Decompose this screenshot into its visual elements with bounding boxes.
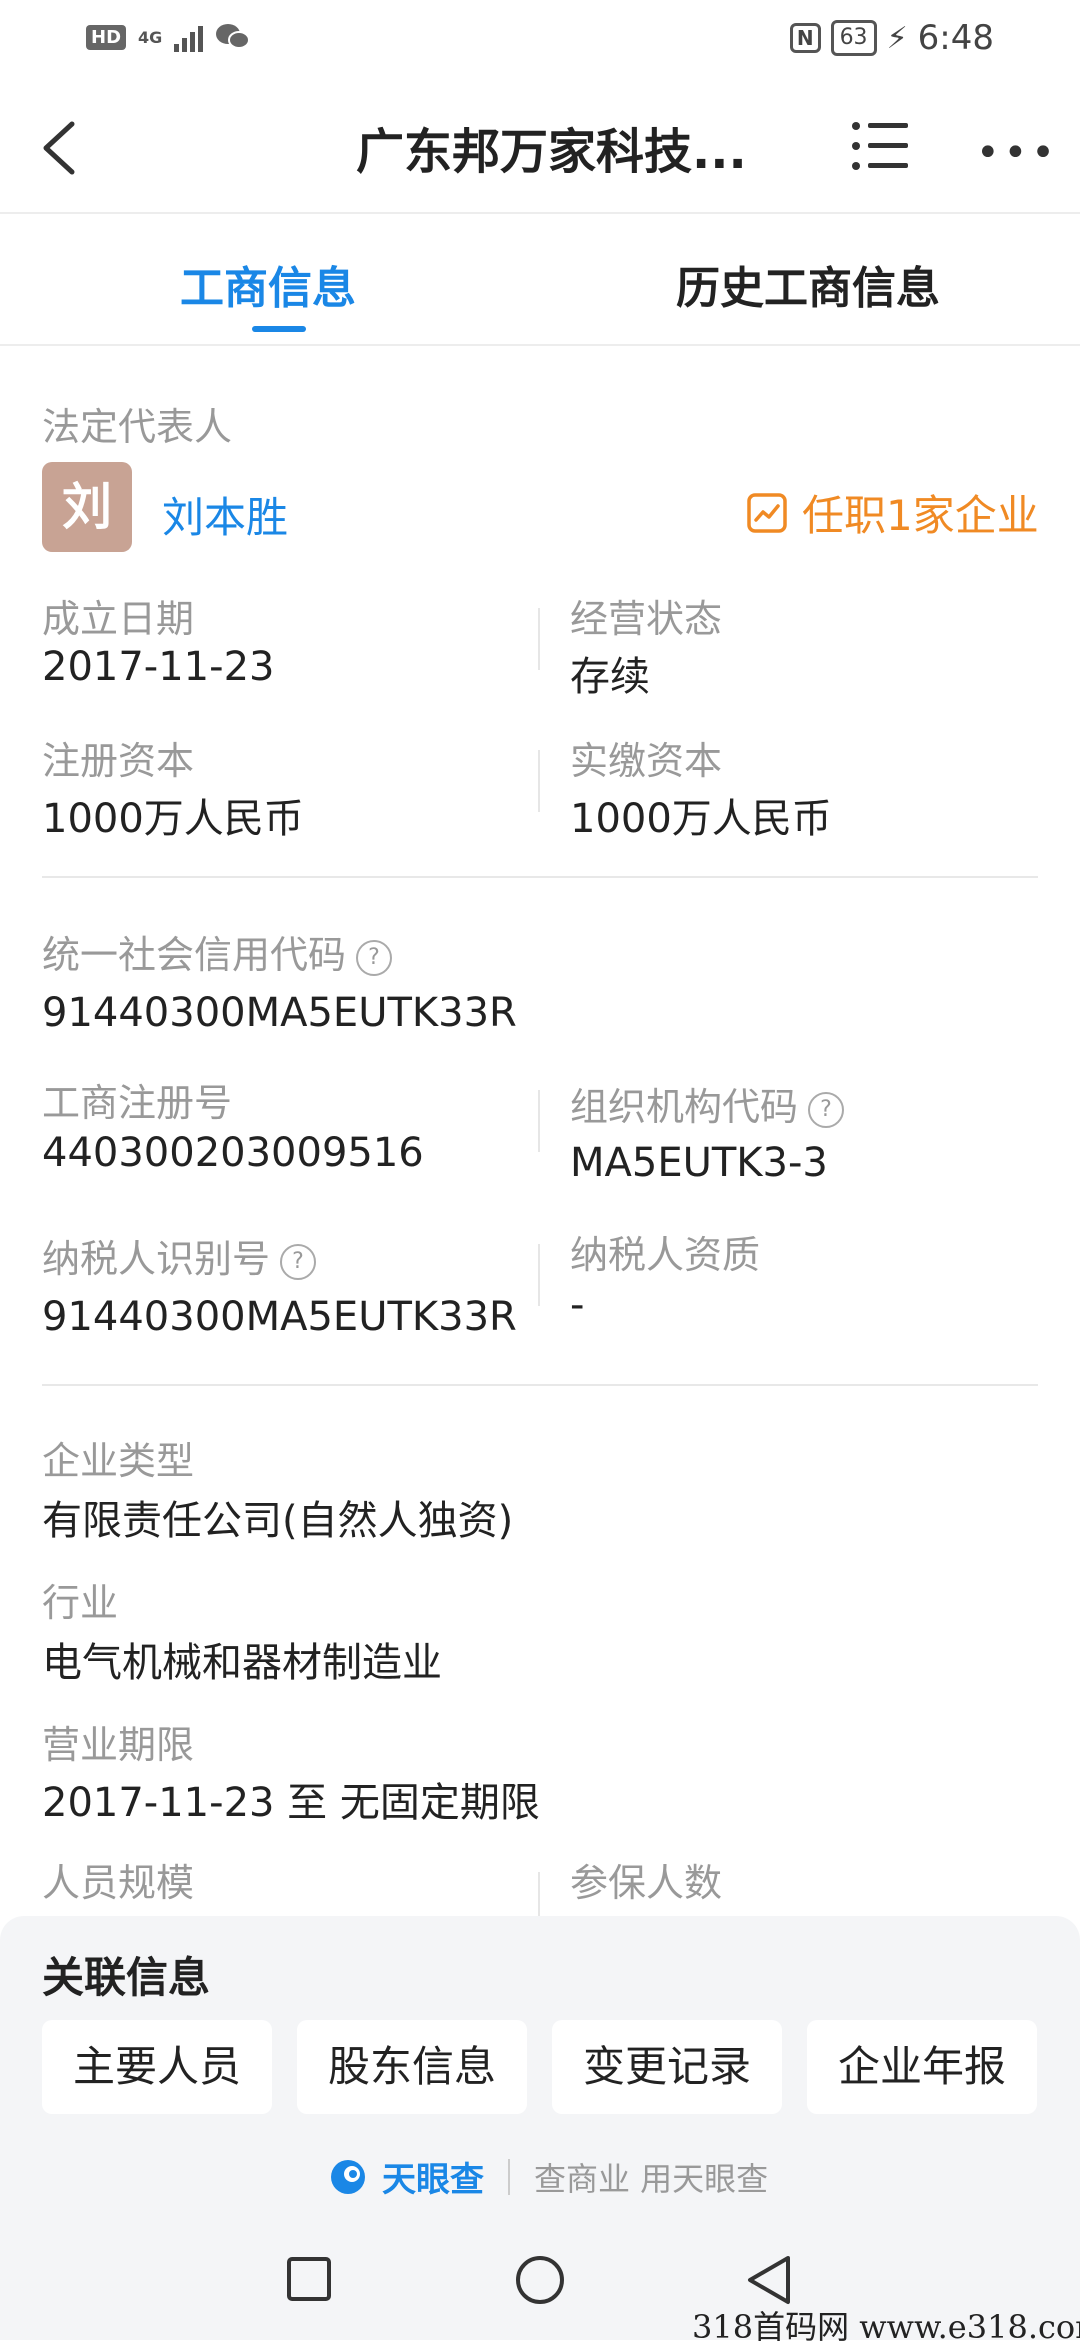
tab-business-info[interactable]: 工商信息 bbox=[180, 252, 356, 316]
taxpayer-qual-value: - bbox=[570, 1282, 585, 1328]
credit-code-label-text: 统一社会信用代码 bbox=[42, 933, 347, 977]
hd-icon: HD bbox=[86, 24, 127, 50]
org-code-label: 组织机构代码? bbox=[570, 1076, 845, 1131]
column-divider bbox=[538, 1244, 540, 1306]
brand-separator bbox=[508, 2158, 510, 2195]
positions-text: 任职1家企业 bbox=[802, 491, 1039, 540]
paid-capital-label: 实缴资本 bbox=[570, 739, 723, 783]
shareholders-button[interactable]: 股东信息 bbox=[297, 2020, 527, 2114]
watermark-text: 318首码网 www.e318.com bbox=[692, 2308, 1080, 2346]
more-icon[interactable]: ••• bbox=[976, 130, 1059, 176]
tabs-divider bbox=[0, 344, 1080, 346]
org-code-label-text: 组织机构代码 bbox=[570, 1085, 799, 1129]
avatar[interactable]: 刘 bbox=[42, 462, 132, 552]
column-divider bbox=[538, 750, 540, 812]
back-icon[interactable] bbox=[36, 118, 92, 178]
brand-slogan: 查商业 用天眼查 bbox=[534, 2159, 769, 2198]
paid-capital-value: 1000万人民币 bbox=[570, 796, 832, 842]
status-left: HD 4G bbox=[86, 22, 251, 52]
reg-no-value[interactable]: 440300203009516 bbox=[42, 1130, 424, 1176]
battery-level: 63 bbox=[839, 25, 868, 50]
section-divider bbox=[42, 1384, 1038, 1386]
signal-icon bbox=[174, 22, 204, 52]
insured-count-label: 参保人数 bbox=[570, 1861, 723, 1905]
nav-back-icon[interactable] bbox=[744, 2254, 794, 2306]
status-value: 存续 bbox=[570, 654, 650, 700]
list-menu-icon[interactable] bbox=[850, 118, 910, 174]
positions-link[interactable]: 任职1家企业 bbox=[746, 482, 1039, 543]
staff-size-label: 人员规模 bbox=[42, 1861, 195, 1905]
credit-code-value[interactable]: 91440300MA5EUTK33R bbox=[42, 990, 517, 1036]
header-divider bbox=[0, 212, 1080, 214]
battery-icon: 63 bbox=[830, 20, 877, 56]
taxpayer-id-label: 纳税人识别号? bbox=[42, 1228, 317, 1283]
brand-name: 天眼查 bbox=[382, 2160, 484, 2200]
founded-value: 2017-11-23 bbox=[42, 644, 275, 690]
founded-label: 成立日期 bbox=[42, 597, 195, 641]
annual-reports-button[interactable]: 企业年报 bbox=[807, 2020, 1037, 2114]
change-records-button[interactable]: 变更记录 bbox=[552, 2020, 782, 2114]
industry-label: 行业 bbox=[42, 1581, 119, 1625]
nfc-icon: N bbox=[789, 23, 821, 53]
legal-rep-name[interactable]: 刘本胜 bbox=[162, 484, 288, 545]
column-divider bbox=[538, 1090, 540, 1152]
credit-code-label: 统一社会信用代码? bbox=[42, 924, 393, 979]
column-divider bbox=[538, 608, 540, 670]
related-info-title: 关联信息 bbox=[42, 1953, 211, 2002]
page-title: 广东邦万家科技... bbox=[356, 124, 747, 180]
network-type: 4G bbox=[138, 27, 163, 47]
reg-no-label: 工商注册号 bbox=[42, 1081, 233, 1125]
tianyancha-logo-icon bbox=[331, 2159, 365, 2194]
home-icon[interactable] bbox=[514, 2254, 566, 2306]
help-icon[interactable]: ? bbox=[356, 939, 393, 976]
wechat-icon bbox=[216, 24, 251, 49]
industry-value: 电气机械和器材制造业 bbox=[42, 1640, 442, 1686]
status-right: N 63 ⚡ 6:48 bbox=[789, 18, 994, 58]
recent-apps-icon[interactable] bbox=[286, 2256, 332, 2302]
section-divider bbox=[42, 876, 1038, 878]
taxpayer-qual-label: 纳税人资质 bbox=[570, 1233, 761, 1277]
help-icon[interactable]: ? bbox=[808, 1091, 845, 1128]
status-label: 经营状态 bbox=[570, 597, 723, 641]
help-icon[interactable]: ? bbox=[280, 1243, 317, 1280]
reg-capital-value: 1000万人民币 bbox=[42, 796, 304, 842]
tab-history-business-info[interactable]: 历史工商信息 bbox=[676, 252, 940, 316]
taxpayer-id-value[interactable]: 91440300MA5EUTK33R bbox=[42, 1294, 517, 1340]
term-value: 2017-11-23 至 无固定期限 bbox=[42, 1780, 540, 1826]
key-personnel-button[interactable]: 主要人员 bbox=[42, 2020, 272, 2114]
clock: 6:48 bbox=[917, 18, 994, 58]
term-label: 营业期限 bbox=[42, 1723, 195, 1767]
charging-icon: ⚡ bbox=[886, 20, 908, 56]
company-type-label: 企业类型 bbox=[42, 1439, 195, 1483]
reg-capital-label: 注册资本 bbox=[42, 739, 195, 783]
legal-rep-label: 法定代表人 bbox=[42, 405, 233, 449]
trend-chart-icon bbox=[747, 492, 787, 533]
active-tab-indicator bbox=[252, 326, 306, 332]
taxpayer-id-label-text: 纳税人识别号 bbox=[42, 1237, 271, 1281]
company-type-value: 有限责任公司(自然人独资) bbox=[42, 1498, 514, 1544]
brand-footer: 天眼查 查商业 用天眼查 bbox=[328, 2152, 768, 2201]
org-code-value[interactable]: MA5EUTK3-3 bbox=[570, 1140, 828, 1186]
